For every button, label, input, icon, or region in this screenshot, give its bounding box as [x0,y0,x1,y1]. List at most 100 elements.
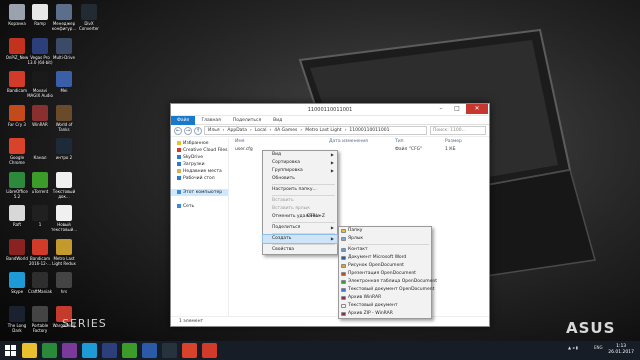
menu-item[interactable]: Обновить [263,175,337,183]
column-name[interactable]: Имя [229,138,329,146]
tab-home[interactable]: Главная [195,118,226,123]
tab-view[interactable]: Вид [267,118,288,123]
app-icon [56,272,72,288]
chrome-icon[interactable] [182,343,197,358]
tab-share[interactable]: Поделиться [227,118,267,123]
column-type[interactable]: Тип [395,138,445,146]
desktop-icon-label: Metro Last Light Redux [52,255,76,266]
app-icon [56,104,72,121]
clock[interactable]: 1:13 26.01.2017 [608,344,634,356]
sidebar-item[interactable]: Creative Cloud Files [171,147,228,154]
menu-item[interactable]: Контакт [339,246,431,254]
breadcrumb-item[interactable]: 11000110011001 [349,128,389,133]
app-icon [56,238,72,255]
sidebar-item [171,196,228,203]
menu-item-label: Сортировка [272,160,301,165]
app-icon [9,272,25,288]
file-type-icon [341,264,346,268]
menu-item[interactable]: Рисунок OpenDocument [339,262,431,270]
close-button[interactable]: ✕ [466,104,488,114]
menu-item-label: Презентация OpenDocument [348,271,416,276]
column-date[interactable]: Дата изменения [329,138,395,146]
sidebar-item[interactable]: Рабочий стол [171,175,228,182]
explorer-icon[interactable] [22,343,37,358]
folder-icon [177,154,181,159]
menu-shortcut: CTRL+Z [306,214,325,219]
chevron-right-icon: ▶ [330,160,334,165]
file-type: Файл "CFG" [395,147,423,152]
breadcrumb-item[interactable]: Metro Last Light [305,128,341,133]
breadcrumb-item[interactable]: AppData [227,128,247,133]
sidebar-item-label: Сеть [183,204,195,209]
file-type-icon [341,304,346,308]
menu-item[interactable]: Текстовый документ OpenDocument [339,286,434,294]
breadcrumb[interactable]: Илья › AppData › Local › 4A Games › Metro La… [204,126,427,135]
menu-separator [272,184,335,185]
menu-item[interactable]: Создать ▶ [262,234,338,244]
file-date [329,146,395,154]
menu-item[interactable]: Архив ZIP - WinRAR [339,310,431,318]
sidebar-item[interactable]: SkyDrive [171,154,228,161]
bandicam-icon[interactable] [202,343,217,358]
file-type-icon [341,312,346,316]
menu-item[interactable]: Текстовый документ [339,302,431,310]
vegas-icon[interactable] [102,343,117,358]
menu-item[interactable]: Архив WinRAR [339,294,431,302]
media-icon[interactable] [62,343,77,358]
menu-separator [272,233,335,234]
utorrent-icon[interactable] [122,343,137,358]
desktop-icon-label: World of Tanks [55,121,73,132]
menu-item[interactable]: Презентация OpenDocument [339,270,431,278]
column-size[interactable]: Размер [445,138,485,146]
back-button[interactable]: ← [174,126,182,135]
menu-item[interactable]: Свойства [263,246,337,254]
menu-item-label: Папку [348,228,363,233]
folder-icon [177,175,181,180]
skype-icon[interactable] [82,343,97,358]
start-button[interactable] [5,345,16,356]
menu-item[interactable]: Сортировка ▶ [263,159,337,167]
sidebar-item[interactable]: Недавние места [171,168,228,175]
context-menu: Вид ▶ Сортировка ▶ Группировка ▶ Обновить Настр… [262,150,338,255]
breadcrumb-item[interactable]: Local [255,128,267,133]
language-indicator[interactable]: ENG [594,345,603,350]
menu-item[interactable]: Настроить папку... [263,186,337,194]
sidebar-item-label: Избранное [183,141,209,146]
menu-item[interactable]: Документ Microsoft Word [339,254,431,262]
breadcrumb-item[interactable]: 4A Games [274,128,297,133]
sidebar-item[interactable]: Сеть [171,203,228,210]
file-type-icon [341,256,346,260]
menu-item-label: Вставить [272,198,294,203]
steam-icon[interactable] [162,343,177,358]
excel-icon[interactable] [42,343,57,358]
menu-item-label: Поделиться [272,225,301,230]
search-input[interactable]: Поиск: 1100... [430,126,486,135]
app-icon [9,138,25,154]
menu-item: Вставить ярлык [263,205,337,213]
menu-item[interactable]: Электронная таблица OpenDocument [339,278,437,286]
menu-item[interactable]: Поделиться ▶ [263,224,337,232]
title-bar[interactable]: 11000110011001 – □ ✕ [171,104,489,116]
menu-item[interactable]: Вид ▶ [263,151,337,159]
forward-button[interactable]: → [184,126,192,135]
minimize-button[interactable]: – [433,104,449,114]
desktop-icon[interactable]: DivX Converter [75,4,103,44]
breadcrumb-item[interactable]: Илья [208,128,220,133]
app-icon [56,205,72,221]
menu-item[interactable]: Группировка ▶ [263,167,337,175]
sidebar-item[interactable]: Избранное [171,140,228,147]
menu-item[interactable]: Ярлык [339,235,431,243]
menu-item[interactable]: Отменить удаление CTRL+Z [263,213,337,221]
up-button[interactable]: ↑ [194,126,202,135]
word-icon[interactable] [142,343,157,358]
tray-icons[interactable]: ▲ ◂ ▮ [568,345,578,350]
sidebar-item[interactable]: Загрузки [171,161,228,168]
app-icon [32,37,48,54]
desktop-icon-label: Менеджер конфигур... [51,21,77,31]
tab-file[interactable]: Файл [171,115,196,125]
menu-item[interactable]: Папку [339,227,431,235]
maximize-button[interactable]: □ [449,104,465,114]
sidebar-item[interactable]: Этот компьютер [171,189,228,196]
ribbon-tabs: Файл Главная Поделиться Вид [171,115,489,125]
menu-item-label: Контакт [348,247,368,252]
